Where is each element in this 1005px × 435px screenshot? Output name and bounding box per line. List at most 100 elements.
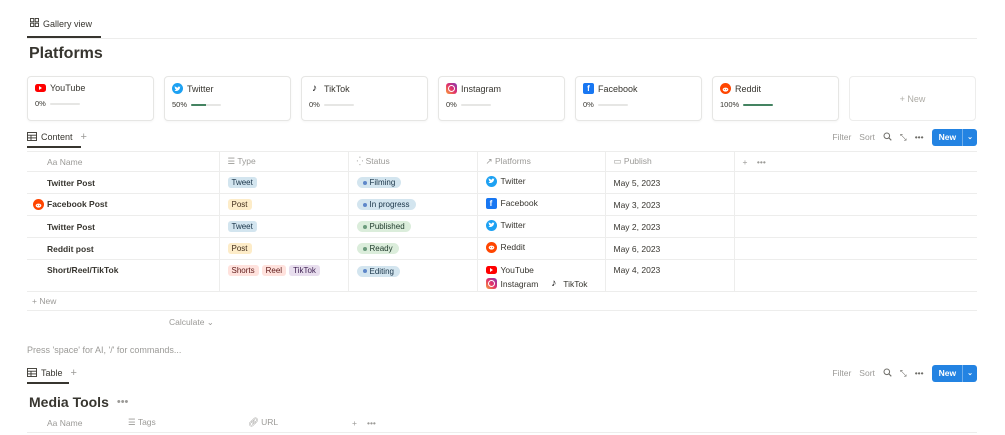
platform-link[interactable]: f Facebook xyxy=(485,197,538,209)
gallery-view-label: Gallery view xyxy=(43,18,93,29)
more-icon[interactable]: ••• xyxy=(357,418,376,428)
cell-status[interactable]: Filming xyxy=(348,171,478,194)
filter-button[interactable]: Filter xyxy=(832,132,851,142)
platform-card[interactable]: Instagram 0% xyxy=(438,76,565,121)
cell-status[interactable]: In progress xyxy=(348,193,478,216)
cell-publish[interactable]: May 3, 2023 xyxy=(605,193,735,216)
calendar-icon: ▭ xyxy=(613,156,624,166)
calculate-button[interactable]: Calculate ⌄ xyxy=(169,317,214,328)
column-header-type[interactable]: ☰ Type xyxy=(219,151,349,172)
table-icon xyxy=(27,131,37,143)
sort-button[interactable]: Sort xyxy=(859,368,875,378)
platform-card[interactable]: Twitter 50% xyxy=(164,76,291,121)
platform-link[interactable]: ♪ TikTok xyxy=(548,278,587,289)
expand-icon[interactable]: ⤡ xyxy=(900,368,907,379)
new-button[interactable]: New ⌄ xyxy=(931,364,977,382)
add-row-button[interactable]: + New xyxy=(27,291,977,311)
cell-name[interactable]: Twitter Post xyxy=(27,215,220,238)
divider xyxy=(27,38,977,39)
reddit-icon xyxy=(33,199,44,211)
new-button[interactable]: New ⌄ xyxy=(931,128,977,146)
column-header-publish[interactable]: ▭ Publish xyxy=(605,151,735,172)
platform-link[interactable]: Twitter xyxy=(485,219,526,231)
column-header-name[interactable]: Aa Name xyxy=(27,418,110,428)
tab-table[interactable]: Table xyxy=(27,367,63,379)
platform-name: Reddit xyxy=(500,242,526,252)
cell-type[interactable]: Tweet xyxy=(219,215,349,238)
column-header-url[interactable]: 🔗︎ URL xyxy=(240,417,336,428)
platform-card[interactable]: f Facebook 0% xyxy=(575,76,702,121)
publish-date: May 3, 2023 xyxy=(613,199,661,210)
more-icon[interactable]: ••• xyxy=(915,368,924,378)
search-icon[interactable] xyxy=(883,132,892,143)
status-badge: Editing xyxy=(356,265,400,277)
card-name: YouTube xyxy=(50,83,86,93)
platform-link[interactable]: Reddit xyxy=(485,241,526,253)
table-row[interactable]: Facebook Post Post In progress f Facebook May… xyxy=(27,193,977,216)
cell-type[interactable]: Post xyxy=(219,237,349,260)
status-label: Published xyxy=(369,222,405,232)
sort-button[interactable]: Sort xyxy=(859,132,875,142)
platform-link[interactable]: YouTube xyxy=(485,265,534,275)
platform-card[interactable]: YouTube 0% xyxy=(27,76,154,121)
cell-name[interactable]: Reddit post xyxy=(27,237,220,260)
table-row[interactable]: Twitter Post Tweet Published Twitter May 2, … xyxy=(27,215,977,238)
expand-icon[interactable]: ⤡ xyxy=(900,132,907,143)
active-tab-indicator xyxy=(27,382,69,384)
column-header-platforms[interactable]: ↗ Platforms xyxy=(477,151,606,172)
page-title: Platforms xyxy=(29,45,103,62)
cell-publish[interactable]: May 4, 2023 xyxy=(605,259,735,292)
table-row[interactable]: Reddit post Post Ready Reddit May 6, 2023 xyxy=(27,237,977,260)
cell-platforms[interactable]: f Facebook xyxy=(477,193,606,216)
add-column-icon[interactable]: + xyxy=(743,157,748,167)
tab-gallery-view[interactable]: Gallery view xyxy=(30,18,92,29)
card-name: Facebook xyxy=(598,83,638,94)
column-header-name[interactable]: Aa Name xyxy=(27,151,220,172)
cell-status[interactable]: Published xyxy=(348,215,478,238)
platform-name: Facebook xyxy=(500,198,538,208)
chevron-down-icon[interactable]: ⌄ xyxy=(962,128,977,146)
table-view-bar: Table + Filter Sort ⤡ ••• New ⌄ xyxy=(27,363,977,383)
card-progress: 50% xyxy=(172,100,283,109)
card-title: YouTube xyxy=(35,83,146,93)
cell-platforms[interactable]: YouTube Instagram ♪ TikTok xyxy=(477,259,606,292)
command-hint[interactable]: Press 'space' for AI, '/' for commands..… xyxy=(27,345,181,355)
more-icon[interactable]: ••• xyxy=(915,132,924,142)
column-header-tags[interactable]: ☰ Tags xyxy=(110,417,240,428)
row-title: Facebook Post xyxy=(47,198,108,209)
cell-publish[interactable]: May 5, 2023 xyxy=(605,171,735,194)
instagram-icon xyxy=(485,278,497,289)
cell-platforms[interactable]: Twitter xyxy=(477,171,606,194)
more-icon[interactable]: ••• xyxy=(117,396,129,408)
cell-publish[interactable]: May 6, 2023 xyxy=(605,237,735,260)
cell-name[interactable]: Twitter Post xyxy=(27,171,220,194)
more-icon[interactable]: ••• xyxy=(757,157,766,167)
cell-name[interactable]: Short/Reel/TikTok xyxy=(27,259,220,292)
column-header-actions: + ••• xyxy=(734,151,977,172)
cell-status[interactable]: Editing xyxy=(348,259,478,292)
platform-card[interactable]: Reddit 100% xyxy=(712,76,839,121)
table-row[interactable]: Short/Reel/TikTok Shorts Reel TikTok Editing… xyxy=(27,259,977,292)
tab-content[interactable]: Content xyxy=(27,131,73,143)
cell-platforms[interactable]: Twitter xyxy=(477,215,606,238)
chevron-down-icon[interactable]: ⌄ xyxy=(962,364,977,382)
cell-name[interactable]: Facebook Post xyxy=(27,193,220,216)
cell-platforms[interactable]: Reddit xyxy=(477,237,606,260)
cell-type[interactable]: Tweet xyxy=(219,171,349,194)
column-header-status[interactable]: ⁛ Status xyxy=(348,151,478,172)
cell-type[interactable]: Post xyxy=(219,193,349,216)
platform-link[interactable]: Instagram xyxy=(485,278,538,289)
platform-link[interactable]: Twitter xyxy=(485,175,526,187)
platform-card[interactable]: ♪ TikTok 0% xyxy=(301,76,428,121)
search-icon[interactable] xyxy=(883,368,892,379)
cell-publish[interactable]: May 2, 2023 xyxy=(605,215,735,238)
add-column-icon[interactable]: + xyxy=(336,418,357,428)
table-row[interactable]: Twitter Post Tweet Filming Twitter May 5, 20… xyxy=(27,171,977,194)
new-card-button[interactable]: + New xyxy=(849,76,976,121)
add-view-icon[interactable]: + xyxy=(71,367,77,379)
facebook-icon: f xyxy=(583,83,594,94)
add-view-icon[interactable]: + xyxy=(81,131,87,143)
cell-type[interactable]: Shorts Reel TikTok xyxy=(219,259,349,292)
filter-button[interactable]: Filter xyxy=(832,368,851,378)
cell-status[interactable]: Ready xyxy=(348,237,478,260)
